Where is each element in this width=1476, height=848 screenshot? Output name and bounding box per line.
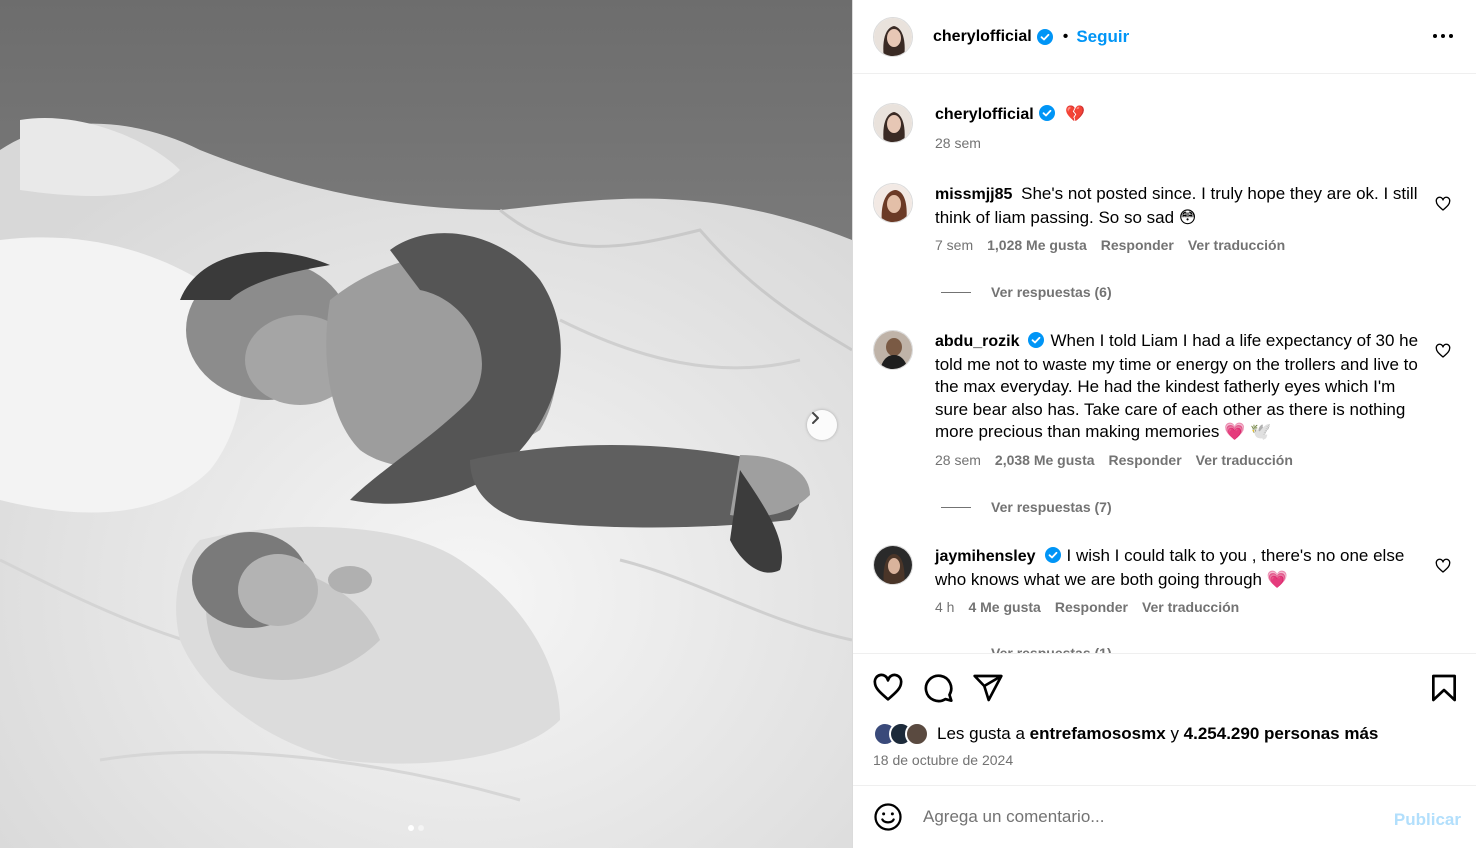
comment-input[interactable] xyxy=(923,807,1363,827)
comment-item: missmjj85 She's not posted since. I trul… xyxy=(873,183,1463,253)
separator-dot: • xyxy=(1062,27,1069,45)
comment-likes[interactable]: 2,038 Me gusta xyxy=(995,452,1095,468)
comment-composer: Publicar xyxy=(853,785,1476,848)
commenter-avatar[interactable] xyxy=(873,183,913,223)
caption-text: 💔 xyxy=(1065,106,1086,123)
post-photo[interactable] xyxy=(0,0,852,848)
carousel-indicator xyxy=(408,825,424,831)
commenter-username[interactable]: jaymihensley xyxy=(935,548,1036,565)
comment-time: 7 sem xyxy=(935,237,974,253)
caption-avatar[interactable] xyxy=(873,103,913,143)
commenter-avatar[interactable] xyxy=(873,545,913,585)
reply-button[interactable]: Responder xyxy=(1101,237,1174,253)
likes-prefix: Les gusta a xyxy=(937,724,1025,743)
heart-icon[interactable] xyxy=(1435,558,1451,574)
commenter-username[interactable]: abdu_rozik xyxy=(935,333,1019,350)
caption-time: 28 sem xyxy=(935,135,981,151)
likes-conj: y xyxy=(1170,724,1179,743)
replies-divider xyxy=(941,291,971,293)
liker-avatar xyxy=(905,722,929,746)
translate-button[interactable]: Ver traducción xyxy=(1188,237,1285,253)
reply-button[interactable]: Responder xyxy=(1109,452,1182,468)
post-actions: Les gusta a entrefamososmx y 4.254.290 p… xyxy=(853,653,1476,785)
post-caption: cherylofficial 💔 28 sem xyxy=(873,103,1085,151)
follow-button[interactable]: Seguir xyxy=(1076,27,1129,47)
comment-item: abdu_rozik When I told Liam I had a life … xyxy=(873,330,1463,468)
view-replies-label: Ver respuestas (6) xyxy=(991,284,1112,300)
commenter-avatar[interactable] xyxy=(873,330,913,370)
post-date: 18 de octubre de 2024 xyxy=(873,752,1014,768)
verified-badge-icon xyxy=(1044,547,1061,563)
verified-badge-icon xyxy=(1038,105,1055,121)
comment-time: 4 h xyxy=(935,599,955,615)
post-header: cherylofficial • Seguir xyxy=(853,0,1476,74)
more-icon[interactable] xyxy=(1431,26,1455,46)
verified-badge-icon xyxy=(1036,28,1053,45)
caption-username[interactable]: cherylofficial xyxy=(935,106,1034,123)
next-slide-button[interactable] xyxy=(807,410,837,440)
heart-icon[interactable] xyxy=(1435,196,1451,212)
post-image xyxy=(0,0,852,848)
verified-badge-icon xyxy=(1028,332,1045,348)
comment-likes[interactable]: 4 Me gusta xyxy=(968,599,1040,615)
chevron-right-icon xyxy=(812,412,819,424)
author-username[interactable]: cherylofficial xyxy=(933,28,1032,46)
paper-plane-icon[interactable] xyxy=(972,672,1004,704)
likes-user[interactable]: entrefamososmx xyxy=(1030,724,1166,743)
comment-item: jaymihensley I wish I could talk to you ,… xyxy=(873,545,1463,615)
view-replies-button[interactable]: Ver respuestas (6) xyxy=(941,284,1112,300)
post-side-panel: cherylofficial • Seguir cherylofficial 💔… xyxy=(852,0,1476,848)
reply-button[interactable]: Responder xyxy=(1055,599,1128,615)
bookmark-icon[interactable] xyxy=(1428,672,1460,704)
comment-icon[interactable] xyxy=(922,672,954,704)
carousel-dot-active xyxy=(408,825,414,831)
view-replies-label: Ver respuestas (7) xyxy=(991,499,1112,515)
replies-divider xyxy=(941,506,971,508)
comment-likes[interactable]: 1,028 Me gusta xyxy=(987,237,1087,253)
smiley-icon[interactable] xyxy=(873,802,903,832)
commenter-username[interactable]: missmjj85 xyxy=(935,186,1012,203)
likes-others[interactable]: 4.254.290 personas más xyxy=(1184,724,1379,743)
view-replies-button[interactable]: Ver respuestas (1) xyxy=(941,645,1112,653)
publish-button[interactable]: Publicar xyxy=(1394,810,1461,830)
author-avatar[interactable] xyxy=(873,16,913,57)
comment-time: 28 sem xyxy=(935,451,981,468)
translate-button[interactable]: Ver traducción xyxy=(1196,452,1293,468)
likes-summary[interactable]: Les gusta a entrefamososmx y 4.254.290 p… xyxy=(873,722,1378,746)
heart-icon[interactable] xyxy=(872,672,904,704)
view-replies-button[interactable]: Ver respuestas (7) xyxy=(941,499,1112,515)
carousel-dot xyxy=(418,825,424,831)
comments-list[interactable]: cherylofficial 💔 28 sem missmjj85 She's … xyxy=(853,75,1476,653)
view-replies-label: Ver respuestas (1) xyxy=(991,645,1112,653)
heart-icon[interactable] xyxy=(1435,343,1451,359)
translate-button[interactable]: Ver traducción xyxy=(1142,599,1239,615)
